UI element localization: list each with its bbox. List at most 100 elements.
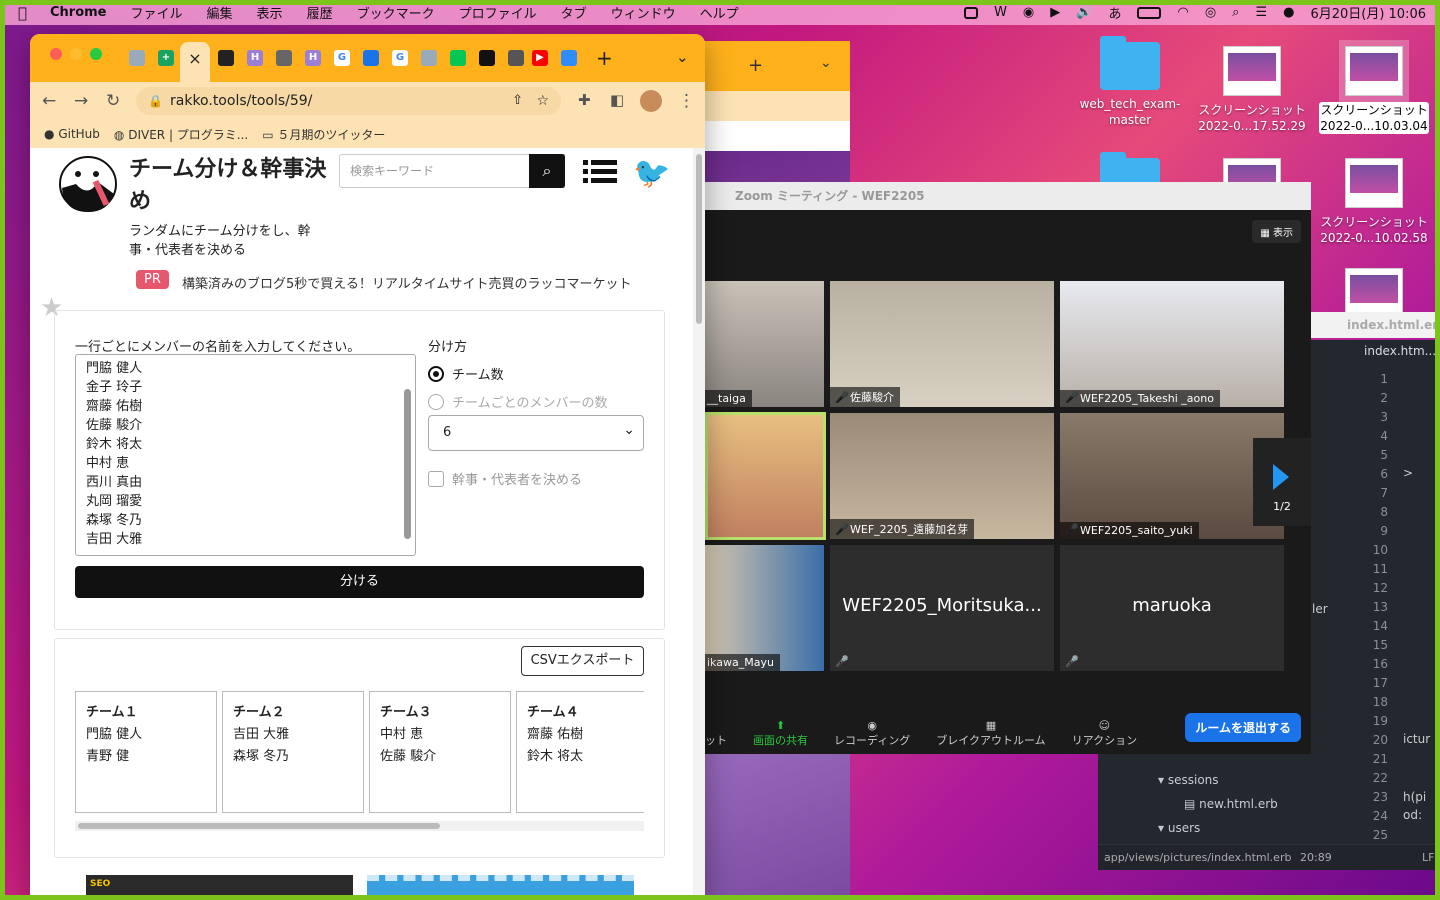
participant-tile[interactable]: 🎤 WEF_2205_遠藤加名芽 xyxy=(830,413,1054,539)
bookmark-folder[interactable]: ▭ ５月期のツイッター xyxy=(262,126,385,143)
user-icon[interactable]: ◎ xyxy=(1205,5,1216,20)
menu-app-name[interactable]: Chrome xyxy=(50,5,107,20)
participant-tile[interactable]: __taiga xyxy=(705,281,824,407)
participant-tile[interactable]: 🎤 WEF2205_saito_yuki xyxy=(1060,413,1284,539)
pr-link[interactable]: 構築済みのブログ5秒で買える！リアルタイムサイト売買のラッコマーケット xyxy=(182,273,632,292)
scrollbar-thumb[interactable] xyxy=(696,154,702,324)
csv-export-button[interactable]: CSVエクスポート xyxy=(521,646,644,676)
tree-folder-users[interactable]: ▾ users xyxy=(1158,816,1278,840)
zoom-view-button[interactable]: ▦ 表示 xyxy=(1252,220,1301,243)
reload-icon[interactable]: ↻ xyxy=(106,91,120,111)
menu-item-file[interactable]: ファイル xyxy=(131,3,183,22)
reaction-button[interactable]: ☺ リアクション xyxy=(1072,719,1137,748)
profile-avatar[interactable] xyxy=(640,90,662,112)
new-tab-icon[interactable]: + xyxy=(596,46,613,70)
new-tab-icon[interactable]: + xyxy=(748,55,763,76)
siri-icon[interactable]: ● xyxy=(1283,5,1294,20)
eye-icon[interactable]: ◉ xyxy=(1023,5,1034,20)
lock-icon[interactable]: 🔒 xyxy=(148,87,163,115)
status-eol[interactable]: LF xyxy=(1422,845,1434,871)
tab-favicon[interactable] xyxy=(561,50,577,66)
split-button[interactable]: 分ける xyxy=(75,566,644,598)
tree-file-new[interactable]: ▤ new.html.erb xyxy=(1158,792,1278,816)
desktop-folder[interactable]: web_tech_exam-master xyxy=(1075,36,1185,128)
browser-window[interactable]: + × H H G G ▶ + ⌄ ← → ↻ 🔒 rakko.tools/to… xyxy=(30,34,705,900)
spotlight-icon[interactable]: ⌕ xyxy=(1232,5,1239,20)
tab-favicon[interactable]: G xyxy=(392,50,408,66)
ad-banner[interactable] xyxy=(367,875,634,900)
participant-tile-speaking[interactable] xyxy=(705,412,826,540)
chat-button[interactable]: ット xyxy=(705,732,727,748)
share-screen-button[interactable]: ⬆ 画面の共有 xyxy=(753,719,808,748)
tab-favicon[interactable] xyxy=(479,50,495,66)
leader-checkbox[interactable]: 幹事・代表者を決める xyxy=(428,469,582,488)
bookmark-github[interactable]: ● GitHub xyxy=(44,127,100,141)
tab-favicon[interactable] xyxy=(276,50,292,66)
wifi-icon[interactable]: ◠ xyxy=(1177,5,1188,20)
tab-favicon[interactable]: ▶ xyxy=(532,50,548,66)
participant-tile[interactable]: ikawa_Mayu xyxy=(705,545,824,671)
close-window-button[interactable] xyxy=(50,48,62,60)
participant-tile[interactable]: 🎤 佐藤駿介 xyxy=(830,281,1054,407)
zoom-status-icon[interactable] xyxy=(964,6,979,19)
menu-item-window[interactable]: ウィンドウ xyxy=(611,3,676,22)
participant-tile[interactable]: 🎤 WEF2205_Takeshi _aono xyxy=(1060,281,1284,407)
ad-banner[interactable]: SEO xyxy=(86,875,353,900)
share-icon[interactable]: ⇧ xyxy=(512,87,523,115)
record-button[interactable]: ◉ レコーディング xyxy=(834,719,910,748)
radio-team-count[interactable]: チーム数 xyxy=(428,364,504,383)
menu-item-history[interactable]: 履歴 xyxy=(307,3,333,22)
zoom-meeting-window[interactable]: Zoom ミーティング - WEF2205 ▦ 表示 __taiga 🎤 佐藤駿… xyxy=(705,182,1311,754)
textarea-scrollbar[interactable] xyxy=(404,389,411,539)
wacom-icon[interactable]: W xyxy=(994,5,1007,20)
team-count-select[interactable]: 6 xyxy=(428,413,644,451)
tab-favicon[interactable] xyxy=(421,50,437,66)
input-method-icon[interactable]: あ xyxy=(1108,3,1121,22)
back-icon[interactable]: ← xyxy=(42,91,56,111)
hamburger-menu-icon[interactable] xyxy=(583,158,617,186)
apple-icon[interactable]:  xyxy=(18,4,40,22)
control-center-icon[interactable]: ☰ xyxy=(1255,5,1267,20)
status-cursor-pos[interactable]: 20:89 xyxy=(1300,845,1332,871)
page-scrollbar[interactable] xyxy=(693,148,705,900)
minimize-window-button[interactable] xyxy=(70,48,82,60)
tab-favicon[interactable] xyxy=(508,50,524,66)
active-tab[interactable]: × xyxy=(180,42,210,82)
tab-favicon[interactable]: + xyxy=(158,50,174,66)
desktop-screenshot[interactable]: スクリーンショット 2022-0...17.52.29 xyxy=(1197,46,1307,134)
battery-icon[interactable] xyxy=(1137,6,1162,19)
tab-favicon[interactable]: H xyxy=(305,50,321,66)
clock[interactable]: 6月20日(月) 10:06 xyxy=(1310,3,1426,22)
search-button[interactable]: ⌕ xyxy=(529,154,565,188)
menu-item-tab[interactable]: タブ xyxy=(561,3,587,22)
status-path[interactable]: app/views/pictures/index.html.erb xyxy=(1104,851,1291,864)
more-menu-icon[interactable]: ⋮ xyxy=(678,91,695,111)
address-bar[interactable]: 🔒 rakko.tools/tools/59/ ⇧ ☆ xyxy=(136,87,561,115)
tab-favicon[interactable]: H xyxy=(247,50,263,66)
side-panel-icon[interactable]: ◧ xyxy=(610,91,624,109)
menu-item-bookmarks[interactable]: ブックマーク xyxy=(357,3,435,22)
bookmark-diver[interactable]: ◍ DIVER | プログラミ... xyxy=(114,126,248,143)
tab-search-icon[interactable]: ⌄ xyxy=(676,48,689,66)
participant-tile[interactable]: WEF2205_Moritsuka... 🎤 xyxy=(830,545,1054,671)
menu-item-view[interactable]: 表示 xyxy=(257,3,283,22)
tab-favicon[interactable] xyxy=(363,50,379,66)
breakout-room-button[interactable]: ▦ ブレイクアウトルーム xyxy=(936,719,1045,748)
tab-favicon[interactable] xyxy=(450,50,466,66)
play-icon[interactable]: ▶ xyxy=(1050,5,1060,20)
bookmark-star-icon[interactable]: ☆ xyxy=(536,87,549,115)
tree-folder-sessions[interactable]: ▾ sessions xyxy=(1158,768,1278,792)
leave-room-button[interactable]: ルームを退出する xyxy=(1185,713,1301,742)
next-page-button[interactable]: 1/2 xyxy=(1253,438,1311,526)
desktop-screenshot-selected[interactable]: スクリーンショット 2022-0...10.03.04 xyxy=(1319,40,1429,134)
extensions-icon[interactable]: ✚ xyxy=(578,91,591,109)
volume-icon[interactable]: 🔊 xyxy=(1076,5,1092,20)
participant-tile[interactable]: maruoka 🎤 xyxy=(1060,545,1284,671)
chevron-down-icon[interactable]: ⌄ xyxy=(820,55,832,71)
rakko-logo[interactable] xyxy=(58,154,124,214)
finder-file-bar[interactable]: index.html.er xyxy=(1311,312,1440,338)
close-tab-icon[interactable]: × xyxy=(188,49,201,68)
twitter-icon[interactable]: 🐦 xyxy=(633,156,670,191)
teams-horizontal-scrollbar[interactable] xyxy=(75,821,644,831)
tab-favicon[interactable] xyxy=(129,50,145,66)
